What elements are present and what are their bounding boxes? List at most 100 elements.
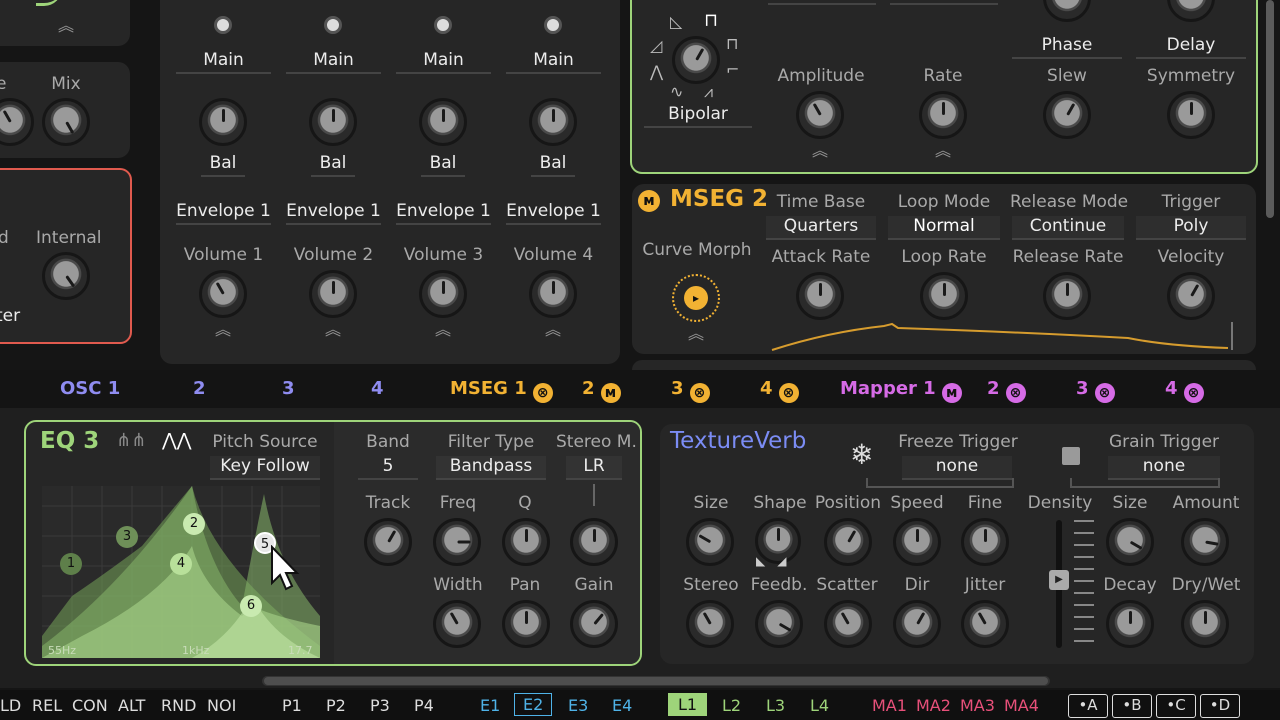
horizontal-scrollbar-thumb[interactable] [264,677,1048,685]
routing-led-2[interactable] [324,16,342,34]
drag-mod-icon[interactable]: ⊗ [778,383,799,403]
mod-src-l4[interactable]: L4 [810,696,829,715]
dir-knob[interactable] [893,600,941,648]
amplitude-knob[interactable] [796,91,844,139]
envelope-select-4[interactable]: Envelope 1 [506,201,601,225]
mod-src-ma1[interactable]: MA1 [872,696,907,715]
eq-mode-peaks-icon[interactable]: ⋀⋀ [162,430,192,451]
volume-knob-1[interactable] [199,270,247,318]
mod-arrow-icon[interactable]: ︽ [933,143,953,159]
mapper-active-icon[interactable]: ᴍ [941,383,962,403]
envelope-select-2[interactable]: Envelope 1 [286,201,381,225]
routing-led-1[interactable] [214,16,232,34]
tab-mapper-4[interactable]: 4 ⊗ [1165,378,1204,403]
envelope-select-1[interactable]: Envelope 1 [176,201,271,225]
verb-speed-knob[interactable] [893,518,941,566]
release-rate-knob[interactable] [1043,272,1091,320]
freeze-trigger-value[interactable]: none [902,456,1012,480]
grain-trigger-value[interactable]: none [1108,456,1220,480]
filter-mode-value[interactable]: ter [0,306,20,328]
tab-osc-3[interactable]: 3 [282,378,295,399]
waveform-saw-icon[interactable]: ◺ [670,12,682,31]
release-mode-value[interactable]: Continue [1012,216,1124,240]
mseg-active-icon[interactable]: ᴍ [600,383,621,403]
routing-value-1[interactable]: Main [176,50,271,74]
mod-src-ma3[interactable]: MA3 [960,696,995,715]
eq-node-1[interactable]: 1 [60,553,82,575]
scene-b-button[interactable]: •B [1112,694,1152,718]
tab-mapper-1[interactable]: Mapper 1ᴍ [840,378,962,403]
mod-arrow-icon[interactable]: ︽ [323,322,343,338]
bal-knob-2[interactable] [309,98,357,146]
tab-osc-4[interactable]: 4 [371,378,384,399]
filter-type-value[interactable]: Bandpass [436,456,546,480]
velocity-knob[interactable] [1167,272,1215,320]
eq-node-4[interactable]: 4 [170,553,192,575]
volume-knob-2[interactable] [309,270,357,318]
mod-arrow-icon[interactable]: ︽ [543,322,563,338]
time-base-value[interactable]: Quarters [766,216,876,240]
grain-size-knob[interactable] [1106,518,1154,566]
mod-src-l3[interactable]: L3 [766,696,785,715]
mod-src-con[interactable]: CON [72,696,108,715]
width-knob[interactable] [433,600,481,648]
waveform-ramp-icon[interactable]: ◿ [650,36,662,55]
drag-mod-icon[interactable]: ⊗ [1183,383,1204,403]
gain-knob[interactable] [570,600,618,648]
verb-size-knob[interactable] [686,518,734,566]
mod-src-p4[interactable]: P4 [414,696,434,715]
mod-src-e1[interactable]: E1 [480,696,500,715]
pitch-source-value[interactable]: Key Follow [210,456,320,480]
waveform-triangle-icon[interactable]: ⋀ [650,62,663,81]
volume-knob-4[interactable] [529,270,577,318]
mod-src-noi[interactable]: NOI [207,696,236,715]
eq-mode-multi-icon[interactable]: ⋔⋔ [116,430,146,451]
rate-knob[interactable] [919,91,967,139]
tab-mseg-1[interactable]: MSEG 1 ⊗ [450,378,553,403]
mod-src-p1[interactable]: P1 [282,696,302,715]
slew-knob[interactable] [1043,91,1091,139]
stereo-knob[interactable] [570,518,618,566]
bal-knob-4[interactable] [529,98,577,146]
pan-knob[interactable] [502,600,550,648]
eq-node-6[interactable]: 6 [240,595,262,617]
routing-value-2[interactable]: Main [286,50,381,74]
tab-mseg-3[interactable]: 3 ⊗ [671,378,710,403]
stereo-mode-value[interactable]: LR [566,456,622,480]
freq-knob[interactable] [433,518,481,566]
decay-knob[interactable] [1106,600,1154,648]
mod-src-l2[interactable]: L2 [722,696,741,715]
verb-stereo-knob[interactable] [686,600,734,648]
drag-mod-icon[interactable]: ⊗ [1005,383,1026,403]
mod-src-ld[interactable]: LD [0,696,21,715]
tab-mapper-2[interactable]: 2 ⊗ [987,378,1026,403]
waveform-sine-icon[interactable]: ∿ [670,82,683,101]
eq-node-2[interactable]: 2 [183,513,205,535]
tab-mapper-3[interactable]: 3 ⊗ [1076,378,1115,403]
routing-value-3[interactable]: Main [396,50,491,74]
mod-arrow-icon[interactable]: ︽ [56,18,76,34]
routing-led-3[interactable] [434,16,452,34]
amount-knob[interactable] [1181,518,1229,566]
track-knob[interactable] [364,518,412,566]
loop-rate-knob[interactable] [920,272,968,320]
verb-fine-knob[interactable] [961,518,1009,566]
attack-rate-knob[interactable] [796,272,844,320]
wave-mode-value[interactable]: Bipolar [644,104,752,128]
mod-src-p2[interactable]: P2 [326,696,346,715]
volume-knob-3[interactable] [419,270,467,318]
verb-position-knob[interactable] [824,518,872,566]
mod-arrow-icon[interactable]: ︽ [810,143,830,159]
waveform-step-icon[interactable]: ⌐ [726,60,739,79]
bal-knob-1[interactable] [199,98,247,146]
waveform-random-icon[interactable]: ⩘ [704,82,713,102]
drag-mod-icon[interactable]: ⊗ [689,383,710,403]
tab-osc-2[interactable]: 2 [193,378,206,399]
mod-arrow-icon[interactable]: ︽ [686,326,706,342]
mod-src-rnd[interactable]: RND [161,696,196,715]
trigger-value[interactable]: Poly [1136,216,1246,240]
symmetry-knob[interactable] [1167,91,1215,139]
feedback-knob[interactable] [755,600,803,648]
mod-src-e3[interactable]: E3 [568,696,588,715]
right-scrollbar[interactable] [1266,0,1274,218]
